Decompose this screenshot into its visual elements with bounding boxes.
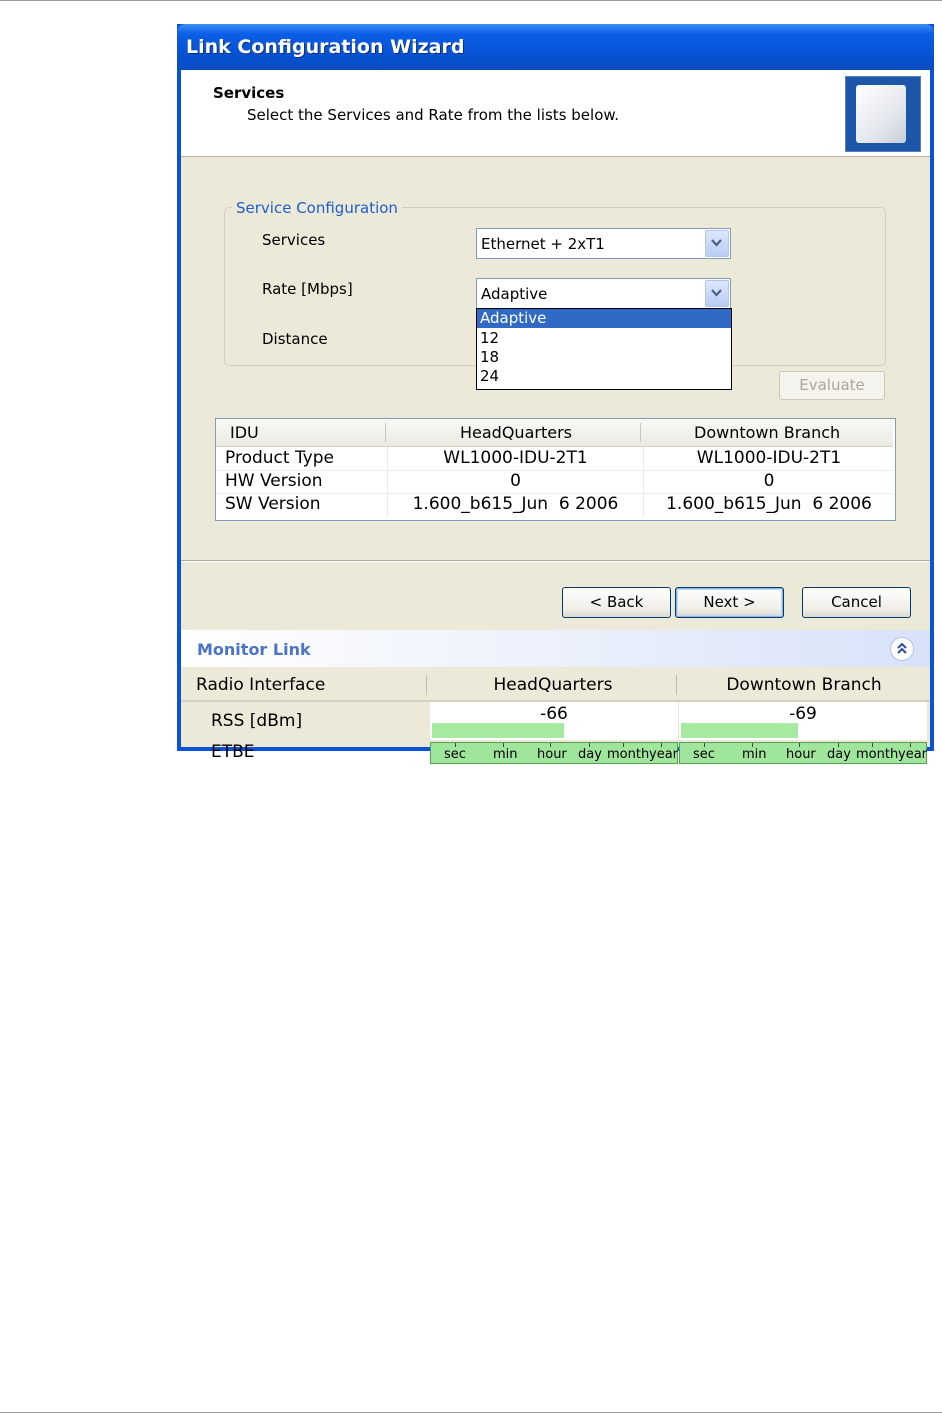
etbe-scale-label: month [856,747,899,762]
next-button-label: Next > [703,593,756,611]
rss-cell-downtown-branch: -69 [679,702,927,740]
monitor-link-title: Monitor Link [197,640,311,659]
etbe-scale-label: sec [693,747,715,762]
evaluate-button[interactable]: Evaluate [779,371,885,400]
table-cell: 1.600_b615_Jun 6 2006 [412,494,619,514]
chevron-down-icon[interactable] [705,230,729,257]
evaluate-button-label: Evaluate [799,376,865,394]
etbe-scale-label: hour [786,747,816,762]
rss-value: -66 [540,704,568,724]
etbe-scale-label: day [827,747,851,762]
rss-label: RSS [dBm] [211,711,303,731]
etbe-scale-label: hour [537,747,567,762]
cancel-button-label: Cancel [831,593,882,611]
page-subtitle: Select the Services and Rate from the li… [247,106,620,124]
next-button[interactable]: Next > [675,587,784,618]
etbe-scale-label: year [898,747,928,762]
distance-label: Distance [262,330,328,348]
services-label: Services [262,231,326,249]
etbe-scale-label: year [649,747,679,762]
rate-option[interactable]: 24 [477,367,731,386]
rate-option[interactable]: 18 [477,348,731,367]
etbe-label: ETBE [211,742,255,762]
rate-select-value: Adaptive [481,285,548,303]
radio-unit-icon [845,76,921,152]
rss-value: -69 [789,704,817,724]
rss-level-bar [681,723,798,738]
table-cell: 0 [763,471,775,491]
table-cell: Product Type [225,448,334,468]
rate-label: Rate [Mbps] [262,280,353,298]
column-header[interactable]: HeadQuarters [460,419,572,446]
etbe-scale-headquarters: sec min hour day month year [430,742,678,764]
etbe-scale-label: min [742,747,767,762]
monitor-link-panel: Radio Interface HeadQuarters Downtown Br… [181,670,930,764]
column-header[interactable]: Downtown Branch [694,419,840,446]
etbe-scale-label: sec [444,747,466,762]
wizard-header: Services Select the Services and Rate fr… [181,70,930,157]
page-top-rule [0,0,942,1]
services-select-value: Ethernet + 2xT1 [481,235,605,253]
title-bar[interactable]: Link Configuration Wizard [177,24,934,70]
table-cell: SW Version [225,494,321,514]
rate-option[interactable]: Adaptive [477,309,731,328]
rss-cell-headquarters: -66 [430,702,678,740]
monitor-table-header: Radio Interface HeadQuarters Downtown Br… [181,670,930,702]
page-bottom-rule [0,1412,942,1413]
service-configuration-legend: Service Configuration [232,199,402,217]
etbe-scale-label: day [578,747,602,762]
etbe-scale-downtown-branch: sec min hour day month year [679,742,927,764]
wizard-client-area: Services Select the Services and Rate fr… [181,70,930,764]
services-select[interactable]: Ethernet + 2xT1 [476,228,731,259]
rss-level-bar [432,723,564,738]
monitor-link-header[interactable]: Monitor Link [181,630,930,667]
collapse-chevron-icon[interactable] [890,637,914,661]
column-header[interactable]: IDU [230,419,259,446]
idu-table: IDU HeadQuarters Downtown Branch Product… [215,418,896,521]
column-header: Radio Interface [196,675,326,695]
table-cell: WL1000-IDU-2T1 [696,448,842,468]
column-header: HeadQuarters [493,675,613,695]
rate-select[interactable]: Adaptive [476,278,731,309]
etbe-scale-label: month [607,747,650,762]
table-cell: HW Version [225,471,323,491]
back-button[interactable]: < Back [562,587,671,618]
table-cell: WL1000-IDU-2T1 [443,448,588,468]
rate-option[interactable]: 12 [477,329,731,348]
cancel-button[interactable]: Cancel [802,587,911,618]
etbe-scale-label: min [493,747,518,762]
wizard-window: Link Configuration Wizard Services Selec… [177,24,934,764]
table-cell: 1.600_b615_Jun 6 2006 [666,494,872,514]
table-cell: 0 [510,471,521,491]
page-title: Services [213,84,285,102]
column-header: Downtown Branch [726,675,882,695]
chevron-down-icon[interactable] [705,280,729,307]
back-button-label: < Back [589,593,644,611]
rate-dropdown-list[interactable]: Adaptive 12 18 24 [476,308,732,390]
window-title: Link Configuration Wizard [186,36,465,58]
